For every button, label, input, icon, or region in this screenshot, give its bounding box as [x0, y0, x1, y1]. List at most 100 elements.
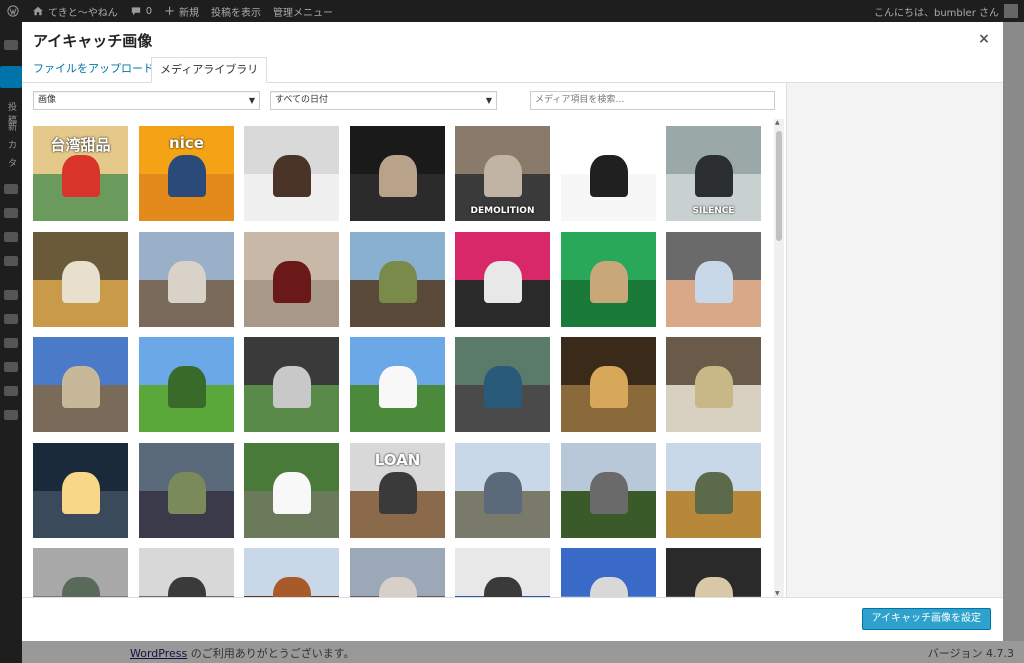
- media-thumbnail[interactable]: [455, 548, 550, 597]
- footer-version: バージョン 4.7.3: [927, 647, 1014, 660]
- media-thumbnail[interactable]: [666, 548, 761, 597]
- pin-icon[interactable]: [0, 66, 22, 88]
- attachment-details-pane: [786, 83, 1003, 597]
- media-thumbnail[interactable]: [139, 337, 234, 432]
- media-thumbnail[interactable]: [33, 232, 128, 327]
- admin-menu-link[interactable]: 管理メニュー: [267, 0, 339, 22]
- media-thumbnail[interactable]: [455, 337, 550, 432]
- thumbnail-subject: [61, 576, 100, 597]
- media-grid: 台湾甜品 nice DEMOLITION SILENCE LOAN: [33, 126, 773, 597]
- media-thumbnail[interactable]: [350, 126, 445, 221]
- thumbnail-subject: [167, 576, 206, 597]
- media-thumbnail[interactable]: [139, 548, 234, 597]
- wordpress-link[interactable]: WordPress: [130, 647, 187, 660]
- thumbnail-caption-text: SILENCE: [692, 206, 735, 216]
- media-thumbnail[interactable]: 台湾甜品: [33, 126, 128, 221]
- thumbnail-subject: [378, 576, 417, 597]
- media-modal: アイキャッチ画像 × ファイルをアップロード メディアライブラリ 画像 ▼ すべ…: [22, 22, 1003, 641]
- media-thumbnail[interactable]: SILENCE: [666, 126, 761, 221]
- comments-count: 0: [145, 5, 153, 17]
- admin-menu: 投稿 新 カ タ: [0, 22, 22, 663]
- menu-label-new[interactable]: 新: [8, 120, 17, 133]
- thumbnail-subject: [694, 365, 733, 409]
- thumbnail-subject: [483, 471, 522, 515]
- dropdown-arrow-icon: ▼: [485, 96, 492, 105]
- thumbnail-subject: [272, 365, 311, 409]
- scroll-up-arrow-icon[interactable]: ▲: [775, 119, 780, 126]
- media-thumbnail[interactable]: [455, 443, 550, 538]
- users-icon[interactable]: [4, 338, 18, 348]
- comments-menu-icon[interactable]: [4, 256, 18, 266]
- media-thumbnail[interactable]: DEMOLITION: [455, 126, 550, 221]
- media-thumbnail[interactable]: [666, 443, 761, 538]
- scroll-down-arrow-icon[interactable]: ▼: [775, 590, 780, 597]
- home-icon: [33, 6, 43, 16]
- media-thumbnail[interactable]: [561, 548, 656, 597]
- media-thumbnail[interactable]: LOAN: [350, 443, 445, 538]
- set-featured-image-button[interactable]: アイキャッチ画像を設定: [861, 608, 991, 630]
- menu-label-tag[interactable]: タ: [8, 156, 17, 169]
- media-thumbnail[interactable]: [33, 548, 128, 597]
- media-thumbnail[interactable]: [244, 443, 339, 538]
- thumbnail-caption-text: LOAN: [374, 451, 421, 469]
- collapse-icon[interactable]: [4, 410, 18, 420]
- media-thumbnail[interactable]: [244, 337, 339, 432]
- media-thumbnail[interactable]: [666, 232, 761, 327]
- wordpress-logo-icon[interactable]: [0, 0, 26, 22]
- thumbnail-subject: [378, 260, 417, 304]
- view-post-link[interactable]: 投稿を表示: [205, 0, 267, 22]
- my-account-link[interactable]: こんにちは、bumbler さん: [868, 0, 1024, 22]
- media-thumbnail[interactable]: [33, 443, 128, 538]
- date-filter-value: すべての日付: [275, 95, 329, 105]
- media-thumbnail[interactable]: [561, 232, 656, 327]
- media-type-filter-value: 画像: [38, 95, 57, 105]
- tab-media-library[interactable]: メディアライブラリ: [151, 57, 268, 83]
- media-thumbnail[interactable]: [666, 337, 761, 432]
- menu-label-category[interactable]: カ: [8, 138, 17, 151]
- media-thumbnail[interactable]: [244, 232, 339, 327]
- tools-icon[interactable]: [4, 362, 18, 372]
- thumbnail-subject: [61, 471, 100, 515]
- media-thumbnail[interactable]: [350, 232, 445, 327]
- scroll-thumb[interactable]: [776, 131, 782, 241]
- thumbnail-subject: [589, 576, 628, 597]
- tab-upload-files[interactable]: ファイルをアップロード: [25, 57, 162, 83]
- thumbnail-subject: [589, 260, 628, 304]
- thumbnail-subject: [694, 154, 733, 198]
- new-label: 新規: [178, 7, 199, 19]
- site-name-link[interactable]: てきと～やねん: [26, 0, 124, 22]
- media-thumbnail[interactable]: [350, 548, 445, 597]
- media-thumbnail[interactable]: [244, 126, 339, 221]
- thumbnail-subject: [167, 154, 206, 198]
- appearance-icon[interactable]: [4, 290, 18, 300]
- media-search-input[interactable]: メディア項目を検索…: [530, 91, 775, 110]
- media-thumbnail[interactable]: nice: [139, 126, 234, 221]
- link-icon[interactable]: [4, 208, 18, 218]
- date-filter[interactable]: すべての日付 ▼: [270, 91, 497, 110]
- media-type-filter[interactable]: 画像 ▼: [33, 91, 260, 110]
- grid-scrollbar[interactable]: ▲ ▼: [774, 119, 784, 597]
- media-thumbnail[interactable]: [244, 548, 339, 597]
- footer-thanks: WordPress のご利用ありがとうございます。: [130, 645, 355, 661]
- dashboard-icon[interactable]: [4, 40, 18, 50]
- media-thumbnail[interactable]: [33, 337, 128, 432]
- media-thumbnail[interactable]: [455, 232, 550, 327]
- comment-icon: [131, 7, 140, 16]
- media-thumbnail[interactable]: [350, 337, 445, 432]
- media-thumbnail[interactable]: [561, 337, 656, 432]
- media-thumbnail[interactable]: [139, 443, 234, 538]
- greeting: こんにちは、bumbler さん: [874, 7, 999, 19]
- media-thumbnail[interactable]: [139, 232, 234, 327]
- media-thumbnail[interactable]: [561, 443, 656, 538]
- settings-icon[interactable]: [4, 386, 18, 396]
- new-content-link[interactable]: + 新規: [158, 0, 205, 22]
- media-thumbnail[interactable]: [561, 126, 656, 221]
- media-icon[interactable]: [4, 184, 18, 194]
- modal-toolbar: アイキャッチ画像を設定: [22, 597, 1003, 641]
- thumbnail-subject: [61, 154, 100, 198]
- close-icon[interactable]: ×: [977, 32, 991, 46]
- pages-icon[interactable]: [4, 232, 18, 242]
- comments-link[interactable]: 0: [124, 0, 158, 22]
- plugins-icon[interactable]: [4, 314, 18, 324]
- thumbnail-subject: [378, 365, 417, 409]
